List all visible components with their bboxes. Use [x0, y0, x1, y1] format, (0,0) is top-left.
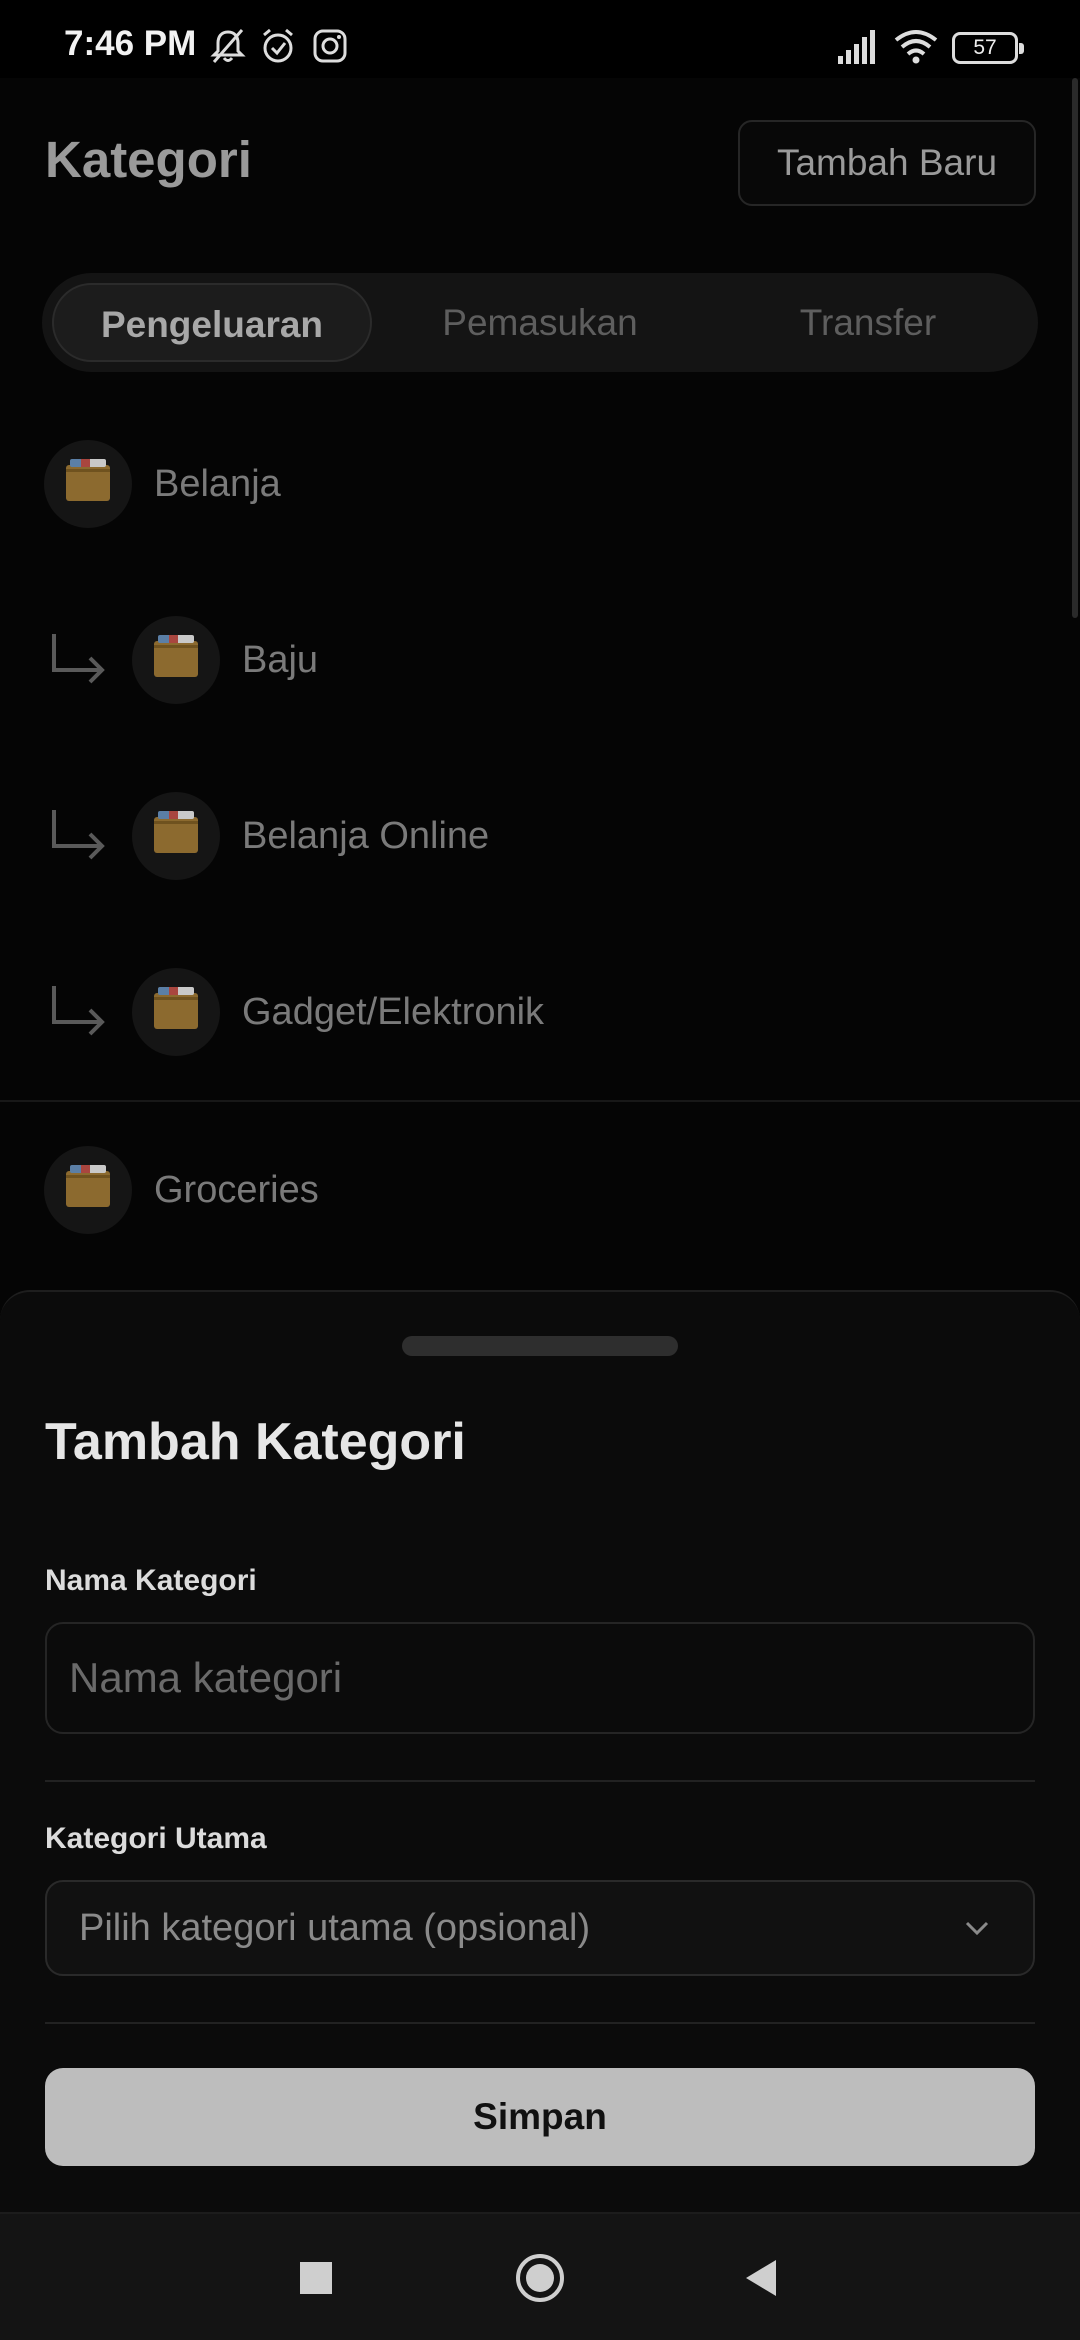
wifi-icon — [894, 30, 938, 64]
battery-level: 57 — [973, 36, 997, 59]
tab-pengeluaran[interactable]: Pengeluaran — [52, 283, 372, 362]
folder-icon — [44, 1146, 132, 1234]
chevron-down-icon — [965, 1921, 989, 1936]
tab-transfer[interactable]: Transfer — [708, 283, 1028, 362]
category-label: Belanja — [154, 463, 281, 505]
category-item-gadget-elektronik[interactable]: Gadget/Elektronik — [0, 924, 1080, 1100]
category-label: Gadget/Elektronik — [242, 991, 545, 1033]
page-title: Kategori — [45, 131, 252, 188]
notifications-muted-icon — [210, 29, 246, 63]
sheet-drag-handle[interactable] — [402, 1336, 678, 1356]
alarm-icon — [263, 28, 293, 63]
add-category-sheet: Tambah Kategori Nama Kategori Kategori U… — [0, 1290, 1080, 2212]
parent-category-select[interactable]: Pilih kategori utama (opsional) — [45, 1880, 1035, 1976]
category-item-belanja-online[interactable]: Belanja Online — [0, 748, 1080, 924]
back-icon[interactable] — [736, 2252, 788, 2304]
save-button[interactable]: Simpan — [45, 2068, 1035, 2166]
category-page: Kategori Tambah Baru Pengeluaran Pemasuk… — [0, 78, 1080, 1288]
battery-icon: 57 — [952, 32, 1024, 64]
subcategory-arrow-icon — [52, 810, 105, 860]
screen: 7:46 PM 57 Kategori Tambah Baru Pengelua… — [0, 0, 1080, 2340]
status-time: 7:46 PM — [64, 24, 197, 63]
category-item-groceries[interactable]: Groceries — [0, 1100, 1080, 1276]
divider — [45, 2022, 1035, 2024]
subcategory-arrow-icon — [52, 634, 105, 684]
category-name-input[interactable] — [45, 1622, 1035, 1734]
status-bar: 7:46 PM 57 — [0, 0, 1080, 78]
navigation-bar — [0, 2212, 1080, 2340]
category-label: Baju — [242, 639, 319, 681]
sheet-title: Tambah Kategori — [45, 1413, 466, 1471]
name-field-label: Nama Kategori — [45, 1564, 257, 1597]
folder-icon — [132, 792, 220, 880]
add-new-button[interactable]: Tambah Baru — [738, 120, 1036, 206]
folder-icon — [132, 968, 220, 1056]
select-placeholder: Pilih kategori utama (opsional) — [79, 1907, 591, 1949]
category-item-baju[interactable]: Baju — [0, 572, 1080, 748]
category-label: Groceries — [154, 1169, 319, 1211]
signal-icon — [838, 30, 875, 64]
category-type-tabs: Pengeluaran Pemasukan Transfer — [42, 273, 1038, 372]
tab-pemasukan[interactable]: Pemasukan — [380, 283, 700, 362]
category-item-belanja[interactable]: Belanja — [0, 396, 1080, 572]
instagram-icon — [313, 29, 347, 63]
parent-field-label: Kategori Utama — [45, 1822, 267, 1855]
subcategory-arrow-icon — [52, 986, 105, 1036]
folder-icon — [44, 440, 132, 528]
scrollbar[interactable] — [1072, 78, 1078, 618]
home-icon[interactable] — [514, 2252, 566, 2304]
divider — [45, 1780, 1035, 1782]
recents-icon[interactable] — [290, 2252, 342, 2304]
folder-icon — [132, 616, 220, 704]
category-label: Belanja Online — [242, 815, 490, 857]
